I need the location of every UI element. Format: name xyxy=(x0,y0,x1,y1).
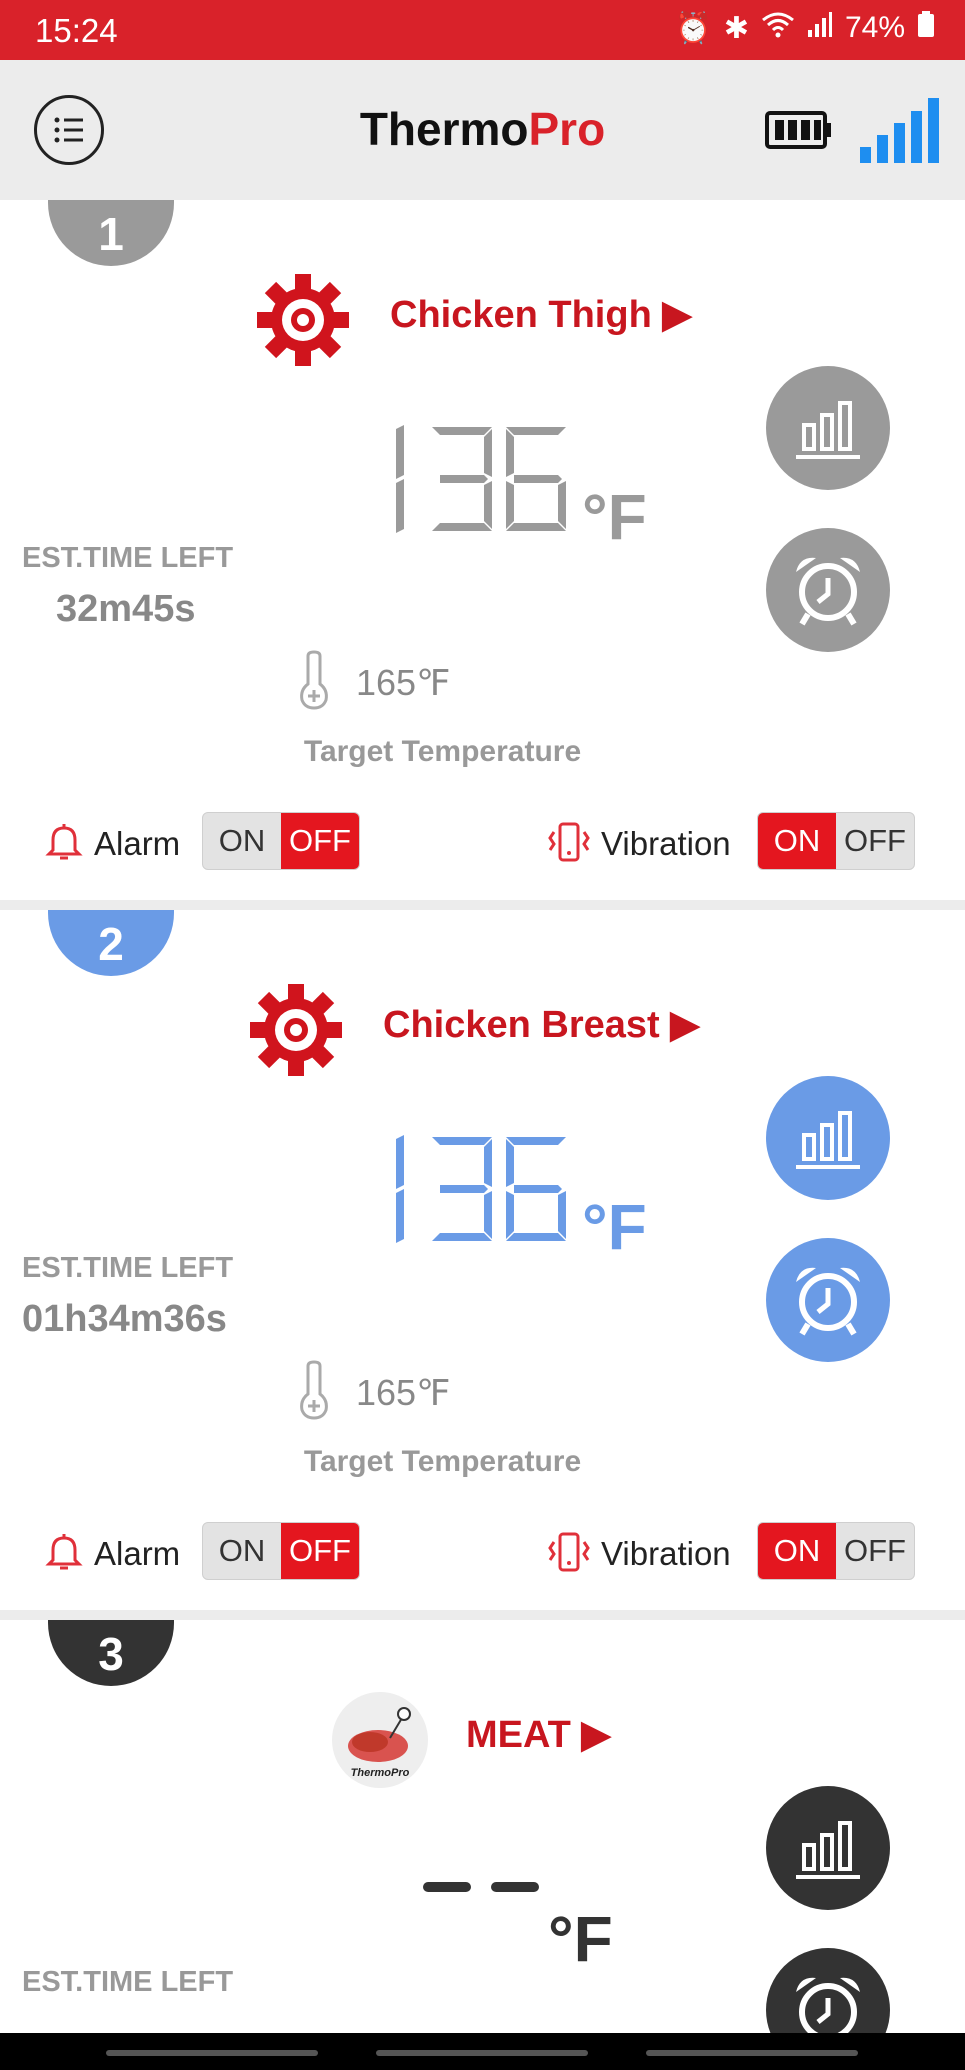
thermometer-icon xyxy=(300,1360,328,1420)
status-bar: 15:24 ⏰ ✱ 74% xyxy=(0,0,965,60)
vibration-toggle[interactable]: ON OFF xyxy=(757,1522,915,1580)
bluetooth-icon: ✱ xyxy=(723,11,749,45)
bar-chart-icon xyxy=(796,1111,860,1169)
battery-percent: 74% xyxy=(844,11,905,44)
food-name: MEAT ▶ xyxy=(466,1714,611,1756)
target-temperature-value[interactable]: 165℉ xyxy=(356,662,450,704)
probe-number-badge: 3 xyxy=(48,1620,174,1686)
nav-recents-handle[interactable] xyxy=(106,2050,318,2056)
food-name: Chicken Thigh ▶ xyxy=(390,294,692,336)
chart-button[interactable] xyxy=(766,1076,890,1200)
food-selector[interactable]: Chicken Breast ▶ xyxy=(0,980,965,1080)
thermopro-logo-text: ThermoPro xyxy=(351,1767,410,1779)
alarm-clock-button[interactable] xyxy=(766,528,890,652)
probe-number-badge: 2 xyxy=(48,910,174,976)
gear-icon xyxy=(257,274,349,366)
bar-chart-icon xyxy=(796,1821,860,1879)
vibration-icon xyxy=(548,1532,590,1572)
cell-signal-icon xyxy=(807,10,833,46)
probe-card-1: 1 Chicken Thigh ▶ 136 °F EST.TIME LEFT 3… xyxy=(0,200,965,900)
est-time-value: 32m45s xyxy=(56,588,196,630)
vibration-toggle-on[interactable]: ON xyxy=(758,813,836,869)
alarm-label: Alarm xyxy=(94,1535,181,1572)
temperature-display: 136 xyxy=(396,425,566,533)
device-signal-icon xyxy=(858,95,943,170)
alarm-clock-button[interactable] xyxy=(766,1238,890,1362)
est-time-label: EST.TIME LEFT xyxy=(22,542,234,574)
alarm-toggle-on[interactable]: ON xyxy=(203,1523,281,1579)
probe-number-badge: 1 xyxy=(48,200,174,266)
food-selector[interactable]: ThermoPro MEAT ▶ xyxy=(0,1690,965,1790)
bell-icon xyxy=(45,1534,83,1570)
food-name: Chicken Breast ▶ xyxy=(383,1004,700,1046)
app-title-part2: Pro xyxy=(528,103,606,155)
bell-icon xyxy=(45,824,83,860)
bar-chart-icon xyxy=(796,401,860,459)
gear-icon xyxy=(250,984,342,1076)
nav-home-handle[interactable] xyxy=(376,2050,588,2056)
est-time-label: EST.TIME LEFT xyxy=(22,1966,234,1998)
vibration-toggle-on[interactable]: ON xyxy=(758,1523,836,1579)
device-battery-icon xyxy=(765,110,833,155)
target-temperature-label: Target Temperature xyxy=(303,1445,582,1478)
vibration-toggle-off[interactable]: OFF xyxy=(836,1523,914,1579)
status-time: 15:24 xyxy=(35,12,118,49)
chart-button[interactable] xyxy=(766,1786,890,1910)
target-temperature-label: Target Temperature xyxy=(303,735,582,768)
vibration-label: Vibration xyxy=(601,825,731,862)
alarm-clock-icon: ⏰ xyxy=(674,11,712,45)
temperature-unit: °F xyxy=(582,481,647,553)
food-selector[interactable]: Chicken Thigh ▶ xyxy=(0,270,965,370)
app-bar: ThermoPro xyxy=(0,60,965,200)
probe-card-2: 2 Chicken Breast ▶ 136 °F EST.TIME LEFT … xyxy=(0,910,965,1610)
alarm-label: Alarm xyxy=(94,825,181,862)
vibration-icon xyxy=(548,822,590,862)
meat-logo-icon: ThermoPro xyxy=(332,1692,428,1788)
temperature-display: 136 xyxy=(396,1135,566,1243)
alarm-toggle[interactable]: ON OFF xyxy=(202,812,360,870)
vibration-toggle[interactable]: ON OFF xyxy=(757,812,915,870)
alarm-clock-icon xyxy=(796,1977,860,2033)
alarm-toggle-on[interactable]: ON xyxy=(203,813,281,869)
thermometer-icon xyxy=(300,650,328,710)
temperature-unit: °F xyxy=(548,1903,613,1975)
alarm-toggle-off[interactable]: OFF xyxy=(281,813,359,869)
alarm-toggle-off[interactable]: OFF xyxy=(281,1523,359,1579)
nav-back-handle[interactable] xyxy=(646,2050,858,2056)
probe-card-3: 3 ThermoPro MEAT ▶ – – °F EST.TIME LEFT xyxy=(0,1620,965,2033)
card-separator xyxy=(0,1610,965,1620)
wifi-icon xyxy=(761,10,795,46)
app-title-part1: Thermo xyxy=(359,103,529,155)
status-icons: ⏰ ✱ 74% xyxy=(674,10,935,46)
system-navigation-bar xyxy=(0,2033,965,2070)
temperature-display: – – xyxy=(423,1882,553,1922)
card-separator xyxy=(0,900,965,910)
vibration-toggle-off[interactable]: OFF xyxy=(836,813,914,869)
temperature-unit: °F xyxy=(582,1191,647,1263)
vibration-label: Vibration xyxy=(601,1535,731,1572)
chart-button[interactable] xyxy=(766,366,890,490)
alarm-clock-icon xyxy=(796,1267,860,1336)
target-temperature-value[interactable]: 165℉ xyxy=(356,1372,450,1414)
battery-status-icon xyxy=(917,10,935,46)
alarm-clock-icon xyxy=(796,557,860,626)
alarm-clock-button[interactable] xyxy=(766,1948,890,2033)
alarm-toggle[interactable]: ON OFF xyxy=(202,1522,360,1580)
est-time-label: EST.TIME LEFT xyxy=(22,1252,234,1284)
est-time-value: 01h34m36s xyxy=(22,1298,227,1340)
